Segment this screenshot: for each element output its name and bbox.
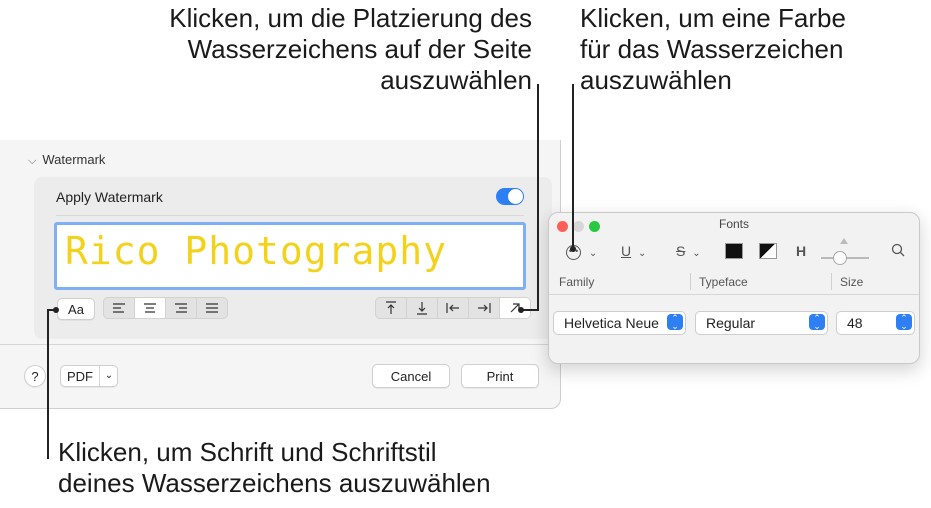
search-icon[interactable] [891,243,905,262]
family-popup[interactable]: Helvetica Neue ⌃ ⌄ [553,311,686,335]
underline-icon: U [621,243,632,259]
callout-font: Klicken, um Schrift und Schriftstil dein… [58,437,491,498]
font-button-label: Aa [68,301,84,317]
text-color-swatch[interactable] [725,243,743,259]
arrow-right-icon[interactable] [469,298,500,318]
callout-placement: Klicken, um die Platzierung des Wasserze… [169,3,532,95]
watermark-text: Rico Photography [65,229,448,273]
cancel-label: Cancel [390,368,432,384]
leader-dot-color [570,246,576,252]
spacing-icon[interactable]: H [796,243,806,259]
apply-watermark-label: Apply Watermark [56,189,163,205]
size-column-header: Size [840,275,864,289]
watermark-section-header[interactable]: ⌵ Watermark [28,152,105,168]
pdf-label: PDF [67,368,93,384]
family-column-header: Family [559,275,595,289]
updown-chevron-icon: ⌃ ⌄ [809,314,825,331]
placement-control [375,297,531,319]
leader-line-font [47,311,49,459]
apply-watermark-toggle[interactable] [496,188,524,205]
arrow-left-icon[interactable] [438,298,469,318]
leader-dot-placement [518,307,524,313]
align-justify-icon[interactable] [197,298,227,318]
pdf-menu-button[interactable]: PDF ⌄ [60,365,118,387]
typeface-column-header: Typeface [699,275,748,289]
arrow-up-icon[interactable] [376,298,407,318]
strikethrough-menu[interactable]: S ⌄ [676,243,701,259]
leader-line-placement [537,84,539,310]
cancel-button[interactable]: Cancel [372,364,450,388]
leader-line-placement-end [522,309,539,311]
strikethrough-icon: S [676,243,686,259]
document-color-swatch[interactable] [759,243,777,259]
callout-color: Klicken, um eine Farbe für das Wasserzei… [580,3,846,95]
updown-chevron-icon: ⌃ ⌄ [896,314,912,331]
print-button[interactable]: Print [461,364,539,388]
print-label: Print [486,368,514,384]
help-button[interactable]: ? [24,365,46,387]
shadow-angle-indicator [840,238,848,244]
chevron-down-icon: ⌄ [692,248,701,259]
family-value: Helvetica Neue [564,315,659,331]
chevron-down-icon: ⌄ [638,248,647,259]
typeface-value: Regular [706,315,756,331]
size-value: 48 [847,315,863,331]
leader-line-color [572,84,574,248]
chevron-down-icon: ⌄ [99,366,118,386]
leader-dot-font [53,307,59,313]
fonts-panel-title: Fonts [718,217,749,231]
chevron-down-icon: ⌄ [588,248,598,259]
align-left-icon[interactable] [104,298,135,318]
alignment-control [103,297,228,319]
typeface-popup[interactable]: Regular ⌃ ⌄ [695,311,828,335]
chevron-down-icon: ⌵ [28,155,37,167]
font-button[interactable]: Aa [57,298,95,320]
column-separator [690,273,691,290]
fonts-panel: Fonts ••• ⌄ U ⌄ S ⌄ H Family Typeface Si… [548,212,920,364]
align-right-icon[interactable] [166,298,197,318]
size-popup[interactable]: 48 ⌃ ⌄ [836,311,915,335]
help-icon: ? [31,368,39,384]
underline-menu[interactable]: U ⌄ [621,243,646,259]
watermark-section-label: Watermark [42,152,106,167]
watermark-text-field[interactable]: Rico Photography [54,222,526,290]
arrow-diagonal-icon[interactable] [500,298,530,318]
panel-divider [56,215,524,216]
updown-chevron-icon: ⌃ ⌄ [667,314,683,331]
fonts-divider [549,294,919,295]
column-separator [831,273,832,290]
shadow-slider-knob[interactable] [833,251,847,265]
footer-divider [0,344,560,345]
arrow-down-icon[interactable] [407,298,438,318]
align-center-icon[interactable] [135,298,166,318]
